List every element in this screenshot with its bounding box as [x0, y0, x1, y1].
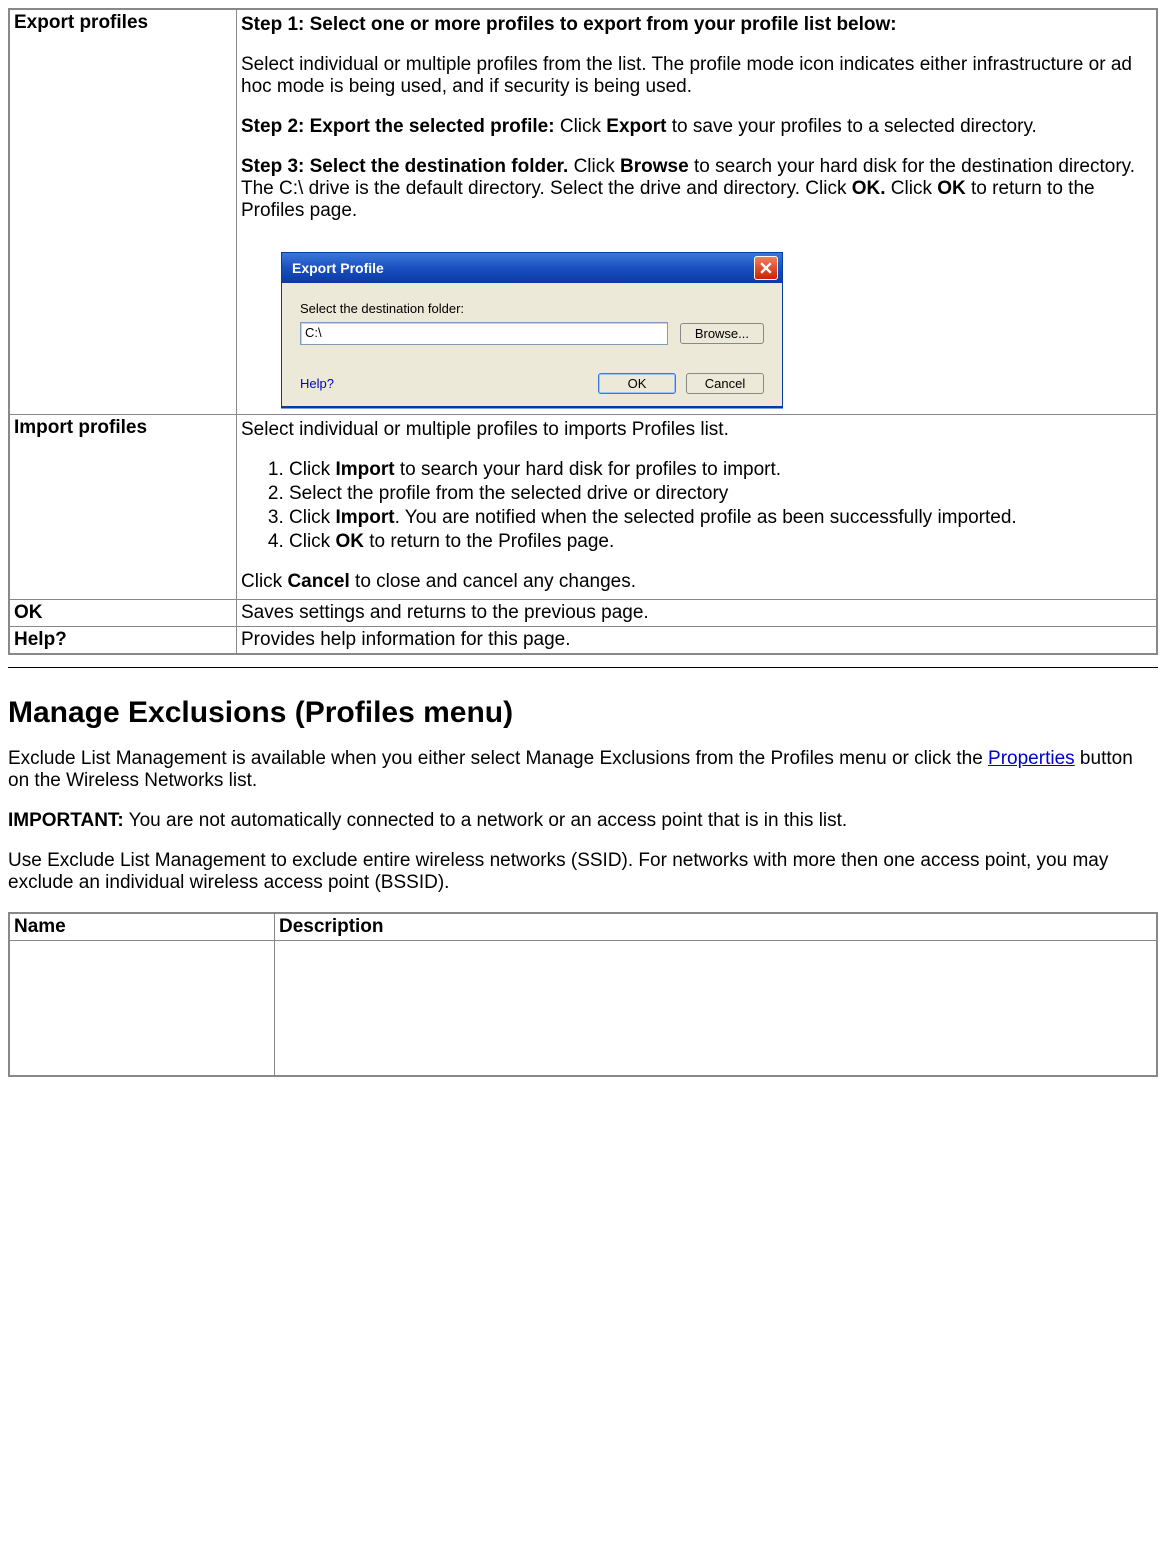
row-export-desc: Step 1: Select one or more profiles to e… [237, 9, 1158, 415]
dialog-titlebar: Export Profile [282, 253, 782, 283]
import-steps-list: Click Import to search your hard disk fo… [241, 459, 1152, 553]
export-step3-ok2: OK [937, 178, 966, 199]
export-step1-body: Select individual or multiple profiles f… [241, 54, 1132, 97]
close-icon[interactable] [754, 256, 778, 280]
section-heading: Manage Exclusions (Profiles menu) [8, 696, 1158, 730]
properties-link[interactable]: Properties [988, 748, 1075, 769]
browse-button[interactable]: Browse... [680, 323, 764, 344]
row-help-label: Help? [9, 627, 237, 655]
export-step3-click2: Click [886, 178, 938, 199]
export-step3-ok1: OK. [852, 178, 886, 199]
dialog-select-label: Select the destination folder: [300, 301, 764, 316]
section-p3: Use Exclude List Management to exclude e… [8, 850, 1158, 894]
export-step2-label: Step 2: Export the selected profile: [241, 116, 560, 137]
row-ok-desc: Saves settings and returns to the previo… [237, 600, 1158, 627]
export-step2-rest: to save your profiles to a selected dire… [666, 116, 1036, 137]
row-export-label: Export profiles [9, 9, 237, 415]
exclusions-table: Name Description [8, 912, 1158, 1077]
row-ok-label: OK [9, 600, 237, 627]
list-item: Click Import to search your hard disk fo… [289, 459, 1152, 481]
excl-cell [9, 941, 275, 1077]
export-profile-dialog: Export Profile Select the destination fo… [281, 252, 783, 408]
destination-folder-input[interactable]: C:\ [300, 322, 668, 345]
excl-col-name: Name [9, 913, 275, 941]
section-p1: Exclude List Management is available whe… [8, 748, 1158, 792]
import-intro: Select individual or multiple profiles t… [241, 419, 1152, 441]
cancel-button[interactable]: Cancel [686, 373, 764, 394]
row-help-desc: Provides help information for this page. [237, 627, 1158, 655]
export-step1-label: Step 1: Select one or more profiles to e… [241, 14, 897, 35]
ok-button[interactable]: OK [598, 373, 676, 394]
dialog-title: Export Profile [292, 260, 384, 276]
row-import-label: Import profiles [9, 415, 237, 600]
export-step3-label: Step 3: Select the destination folder. [241, 156, 574, 177]
important-label: IMPORTANT: [8, 810, 124, 831]
section-divider [8, 667, 1158, 668]
export-step2-export: Export [606, 116, 666, 137]
excl-col-desc: Description [275, 913, 1158, 941]
export-step3-click1: Click [574, 156, 620, 177]
list-item: Click OK to return to the Profiles page. [289, 531, 1152, 553]
dialog-help-link[interactable]: Help? [300, 376, 334, 391]
excl-cell [275, 941, 1158, 1077]
list-item: Click Import. You are notified when the … [289, 507, 1152, 529]
section-p2: IMPORTANT: You are not automatically con… [8, 810, 1158, 832]
list-item: Select the profile from the selected dri… [289, 483, 1152, 505]
export-step2-click: Click [560, 116, 606, 137]
row-import-desc: Select individual or multiple profiles t… [237, 415, 1158, 600]
profiles-table: Export profiles Step 1: Select one or mo… [8, 8, 1158, 655]
export-step3-browse: Browse [620, 156, 689, 177]
